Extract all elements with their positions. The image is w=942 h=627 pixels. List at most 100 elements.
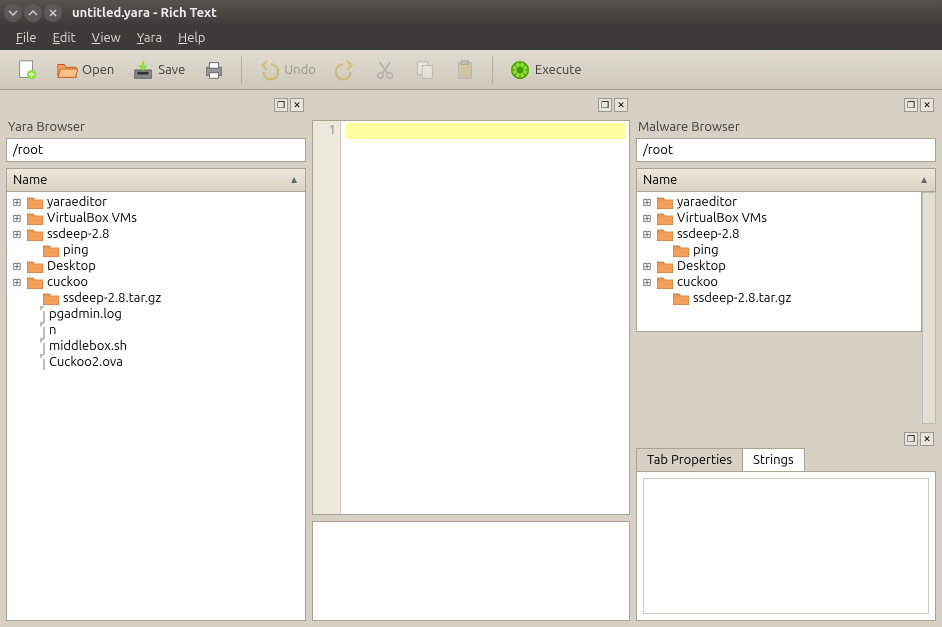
tree-item-label: VirtualBox VMs (47, 211, 137, 225)
close-icon (48, 8, 58, 18)
tree-row[interactable]: ping (637, 242, 921, 258)
redo-icon (334, 59, 356, 81)
menu-file[interactable]: File (8, 29, 45, 47)
column-name: Name (13, 173, 47, 187)
tree-item-label: Cuckoo2.ova (49, 355, 123, 369)
tree-row[interactable]: ⊞ cuckoo (7, 274, 305, 290)
panel-restore-button[interactable]: ❐ (904, 432, 918, 446)
panel-restore-button[interactable]: ❐ (274, 98, 288, 112)
expander-icon[interactable]: ⊞ (11, 196, 23, 209)
undo-button: Undo (252, 55, 322, 85)
chevron-down-icon (8, 8, 18, 18)
tab-strings[interactable]: Strings (742, 448, 805, 472)
paste-icon (454, 59, 476, 81)
menu-yara[interactable]: Yara (129, 29, 170, 47)
scrollbar[interactable] (922, 192, 936, 424)
tree-row[interactable]: ⊞ssdeep-2.8 (637, 226, 921, 242)
expander-icon[interactable]: ⊞ (11, 276, 23, 289)
expander-icon[interactable]: ⊞ (641, 196, 653, 209)
tree-item-label: ping (63, 243, 89, 257)
open-button[interactable]: Open (50, 55, 120, 85)
malware-tree-header[interactable]: Name ▲ (636, 168, 936, 192)
tree-row[interactable]: ping (7, 242, 305, 258)
line-number: 1 (317, 123, 336, 137)
tree-item-label: yaraeditor (677, 195, 737, 209)
yara-tree[interactable]: ⊞ yaraeditor ⊞ VirtualBox VMs⊞ssdeep-2.8pin… (6, 192, 306, 621)
expander-icon[interactable]: ⊞ (641, 212, 653, 225)
tree-item-label: yaraeditor (47, 195, 107, 209)
editor-column: ❐ ✕ 1 (312, 96, 630, 621)
window-maximize-button[interactable] (24, 4, 42, 22)
code-editor[interactable]: 1 (312, 120, 630, 515)
tab-properties[interactable]: Tab Properties (636, 448, 743, 472)
file-icon (43, 338, 45, 354)
yara-path-input[interactable] (6, 138, 306, 162)
tab-content (636, 471, 936, 621)
expander-icon[interactable]: ⊞ (641, 260, 653, 273)
panel-close-button[interactable]: ✕ (920, 98, 934, 112)
folder-icon (27, 228, 43, 241)
sort-indicator-icon: ▲ (919, 174, 929, 186)
tree-item-label: cuckoo (47, 275, 88, 289)
window-close-button[interactable] (44, 4, 62, 22)
yara-browser-title: Yara Browser (6, 114, 306, 138)
tree-row[interactable]: ssdeep-2.8.tar.gz (637, 290, 921, 306)
tree-row[interactable]: ⊞ssdeep-2.8 (7, 226, 305, 242)
expander-icon[interactable]: ⊞ (11, 228, 23, 241)
expander-icon[interactable]: ⊞ (641, 276, 653, 289)
save-label: Save (158, 63, 185, 77)
titlebar: untitled.yara - Rich Text (0, 0, 942, 26)
panel-close-button[interactable]: ✕ (290, 98, 304, 112)
tree-row[interactable]: n (7, 322, 305, 338)
execute-label: Execute (535, 63, 582, 77)
workspace: ❐ ✕ Yara Browser Name ▲ ⊞yaraeditor⊞Virt… (0, 90, 942, 627)
malware-tree[interactable]: ⊞ yaraeditor⊞VirtualBox VMs⊞ssdeep-2.8pin… (636, 192, 922, 332)
tree-row[interactable]: ssdeep-2.8.tar.gz (7, 290, 305, 306)
folder-icon (657, 196, 673, 209)
yara-browser-panel: ❐ ✕ Yara Browser Name ▲ ⊞ yaraeditor ⊞ Virt… (6, 96, 306, 621)
expander-icon[interactable]: ⊞ (641, 228, 653, 241)
execute-button[interactable]: Execute (503, 55, 588, 85)
tree-row[interactable]: middlebox.sh (7, 338, 305, 354)
new-file-icon (16, 59, 38, 81)
tree-row[interactable]: ⊞VirtualBox VMs (637, 210, 921, 226)
cut-icon (374, 59, 396, 81)
tree-row[interactable]: ⊞ yaraeditor (637, 194, 921, 210)
new-file-button[interactable] (10, 55, 44, 85)
menu-help[interactable]: Help (170, 29, 213, 47)
tree-row[interactable]: ⊞Desktop (637, 258, 921, 274)
panel-close-button[interactable]: ✕ (920, 432, 934, 446)
menubar: File Edit View Yara Help (0, 26, 942, 50)
panel-close-button[interactable]: ✕ (614, 98, 628, 112)
tree-item-label: ssdeep-2.8.tar.gz (63, 291, 161, 305)
menu-edit[interactable]: Edit (45, 29, 84, 47)
tree-row[interactable]: ⊞ yaraeditor (7, 194, 305, 210)
toolbar: Open Save Undo (0, 50, 942, 90)
folder-icon (43, 244, 59, 257)
window-minimize-button[interactable] (4, 4, 22, 22)
tree-item-label: cuckoo (677, 275, 718, 289)
tree-row[interactable]: ⊞ cuckoo (637, 274, 921, 290)
expander-icon[interactable]: ⊞ (11, 260, 23, 273)
strings-panel-content[interactable] (643, 478, 929, 614)
malware-path-input[interactable] (636, 138, 936, 162)
print-button[interactable] (197, 55, 231, 85)
expander-icon[interactable]: ⊞ (11, 212, 23, 225)
window-title: untitled.yara - Rich Text (72, 6, 217, 20)
tree-row[interactable]: ⊞Desktop (7, 258, 305, 274)
save-button[interactable]: Save (126, 55, 191, 85)
editor-content[interactable] (341, 121, 629, 514)
menu-view[interactable]: View (84, 29, 129, 47)
file-icon (43, 306, 45, 322)
copy-icon (414, 59, 436, 81)
chevron-up-icon (28, 8, 38, 18)
panel-restore-button[interactable]: ❐ (598, 98, 612, 112)
tree-item-label: ping (693, 243, 719, 257)
panel-restore-button[interactable]: ❐ (904, 98, 918, 112)
tree-row[interactable]: Cuckoo2.ova (7, 354, 305, 370)
yara-tree-header[interactable]: Name ▲ (6, 168, 306, 192)
panel-header: ❐ ✕ (636, 96, 936, 114)
tree-row[interactable]: pgadmin.log (7, 306, 305, 322)
tree-row[interactable]: ⊞ VirtualBox VMs (7, 210, 305, 226)
output-panel[interactable] (312, 521, 630, 621)
